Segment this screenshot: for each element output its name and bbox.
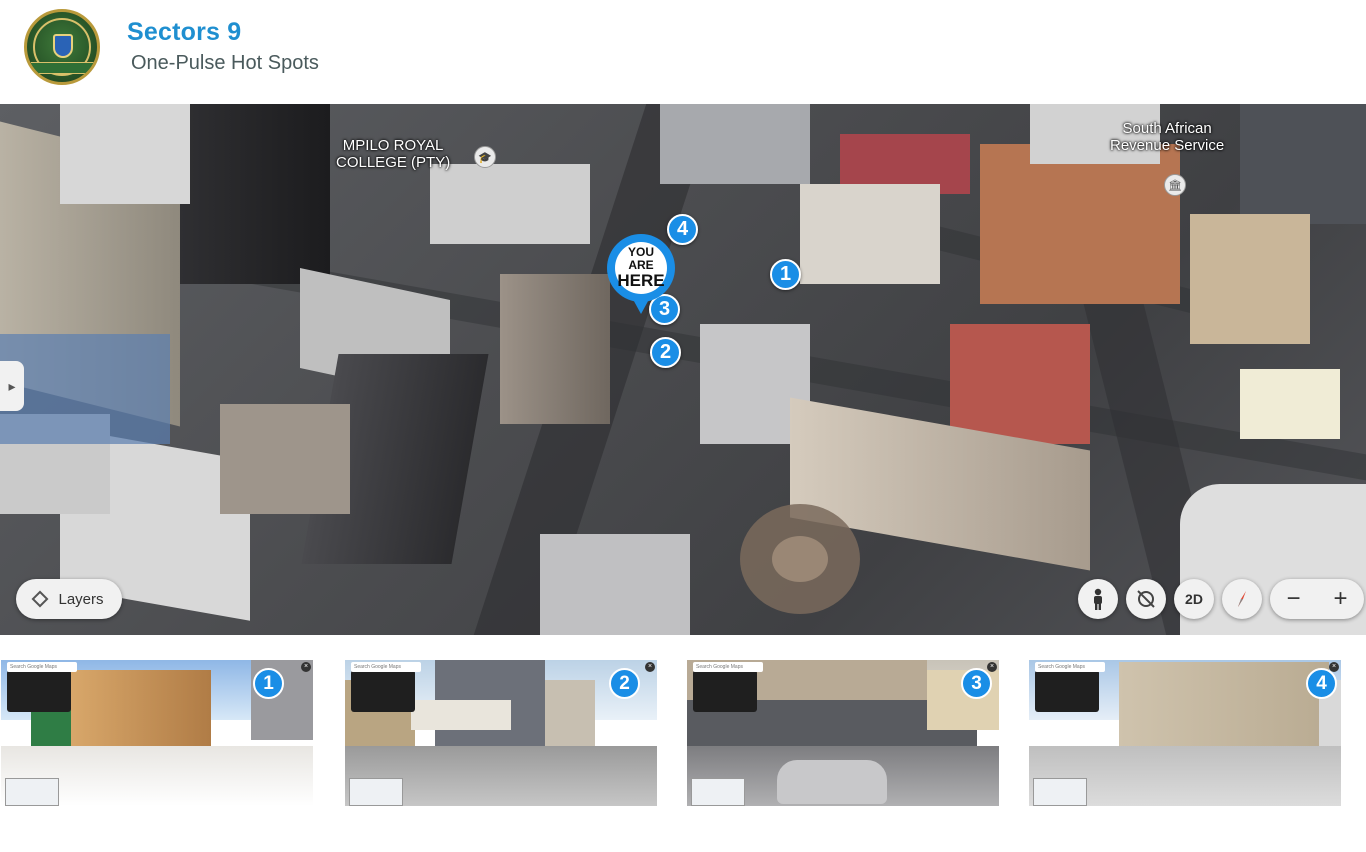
tilt-icon	[1137, 590, 1155, 608]
street-view-info-panel	[7, 670, 71, 712]
street-view-thumbnail-2[interactable]: Search Google Maps 2 ×	[345, 660, 657, 806]
map-label-sars: South African Revenue Service	[1110, 120, 1225, 154]
header: Sectors 9 One-Pulse Hot Spots	[0, 0, 1366, 104]
hotspot-marker-2[interactable]: 2	[650, 337, 681, 368]
thumbnail-number-badge: 1	[253, 668, 284, 699]
organization-logo	[24, 9, 100, 85]
street-view-thumbnail-1[interactable]: Search Google Maps 1 ×	[1, 660, 313, 806]
close-icon[interactable]: ×	[987, 662, 997, 672]
layers-label: Layers	[58, 590, 104, 608]
zoom-out-button[interactable]: −	[1274, 585, 1314, 613]
hotspot-marker-1[interactable]: 1	[770, 259, 801, 290]
you-are-here-line1: YOU ARE	[627, 245, 654, 272]
view-mode-2d-button[interactable]: 2D	[1174, 579, 1214, 619]
layers-button[interactable]: Layers	[16, 579, 122, 619]
street-view-info-panel	[1035, 670, 1099, 712]
thumbnail-search-bar: Search Google Maps	[693, 662, 763, 672]
government-building-icon[interactable]: 🏛	[1164, 174, 1186, 196]
school-icon[interactable]: 🎓	[474, 146, 496, 168]
street-view-thumbnail-4[interactable]: Search Google Maps 4 ×	[1029, 660, 1341, 806]
page-title: Sectors 9	[127, 18, 242, 46]
thumbnail-minimap	[349, 778, 403, 806]
street-view-info-panel	[351, 670, 415, 712]
compass-icon	[1238, 591, 1246, 607]
satellite-map[interactable]: MPILO ROYAL COLLEGE (PTY) 🎓 South Africa…	[0, 104, 1366, 635]
thumbnail-number-badge: 3	[961, 668, 992, 699]
compass-button[interactable]	[1222, 579, 1262, 619]
close-icon[interactable]: ×	[645, 662, 655, 672]
layers-icon	[31, 590, 49, 608]
you-are-here-line2: HERE	[617, 271, 665, 290]
thumbnail-search-bar: Search Google Maps	[7, 662, 77, 672]
thumbnail-minimap	[1033, 778, 1087, 806]
thumbnail-search-bar: Search Google Maps	[351, 662, 421, 672]
view-mode-label: 2D	[1185, 591, 1203, 607]
thumbnail-minimap	[5, 778, 59, 806]
street-view-pegman-button[interactable]	[1078, 579, 1118, 619]
person-icon	[1094, 588, 1102, 610]
page-subtitle: One-Pulse Hot Spots	[131, 52, 319, 74]
map-label-mpilo-college: MPILO ROYAL COLLEGE (PTY)	[336, 137, 451, 171]
thumbnail-search-bar: Search Google Maps	[1035, 662, 1105, 672]
thumbnail-minimap	[691, 778, 745, 806]
thumbnail-number-badge: 4	[1306, 668, 1337, 699]
tilt-toggle-button[interactable]	[1126, 579, 1166, 619]
street-view-thumbnail-3[interactable]: Search Google Maps 3 ×	[687, 660, 999, 806]
zoom-control: − +	[1270, 579, 1364, 619]
zoom-in-button[interactable]: +	[1321, 585, 1361, 613]
chevron-right-icon: ▸	[8, 377, 16, 394]
street-view-info-panel	[693, 670, 757, 712]
close-icon[interactable]: ×	[1329, 662, 1339, 672]
thumbnail-number-badge: 2	[609, 668, 640, 699]
side-panel-toggle[interactable]: ▸	[0, 361, 24, 411]
close-icon[interactable]: ×	[301, 662, 311, 672]
you-are-here-marker: YOU ARE HERE	[607, 234, 675, 318]
